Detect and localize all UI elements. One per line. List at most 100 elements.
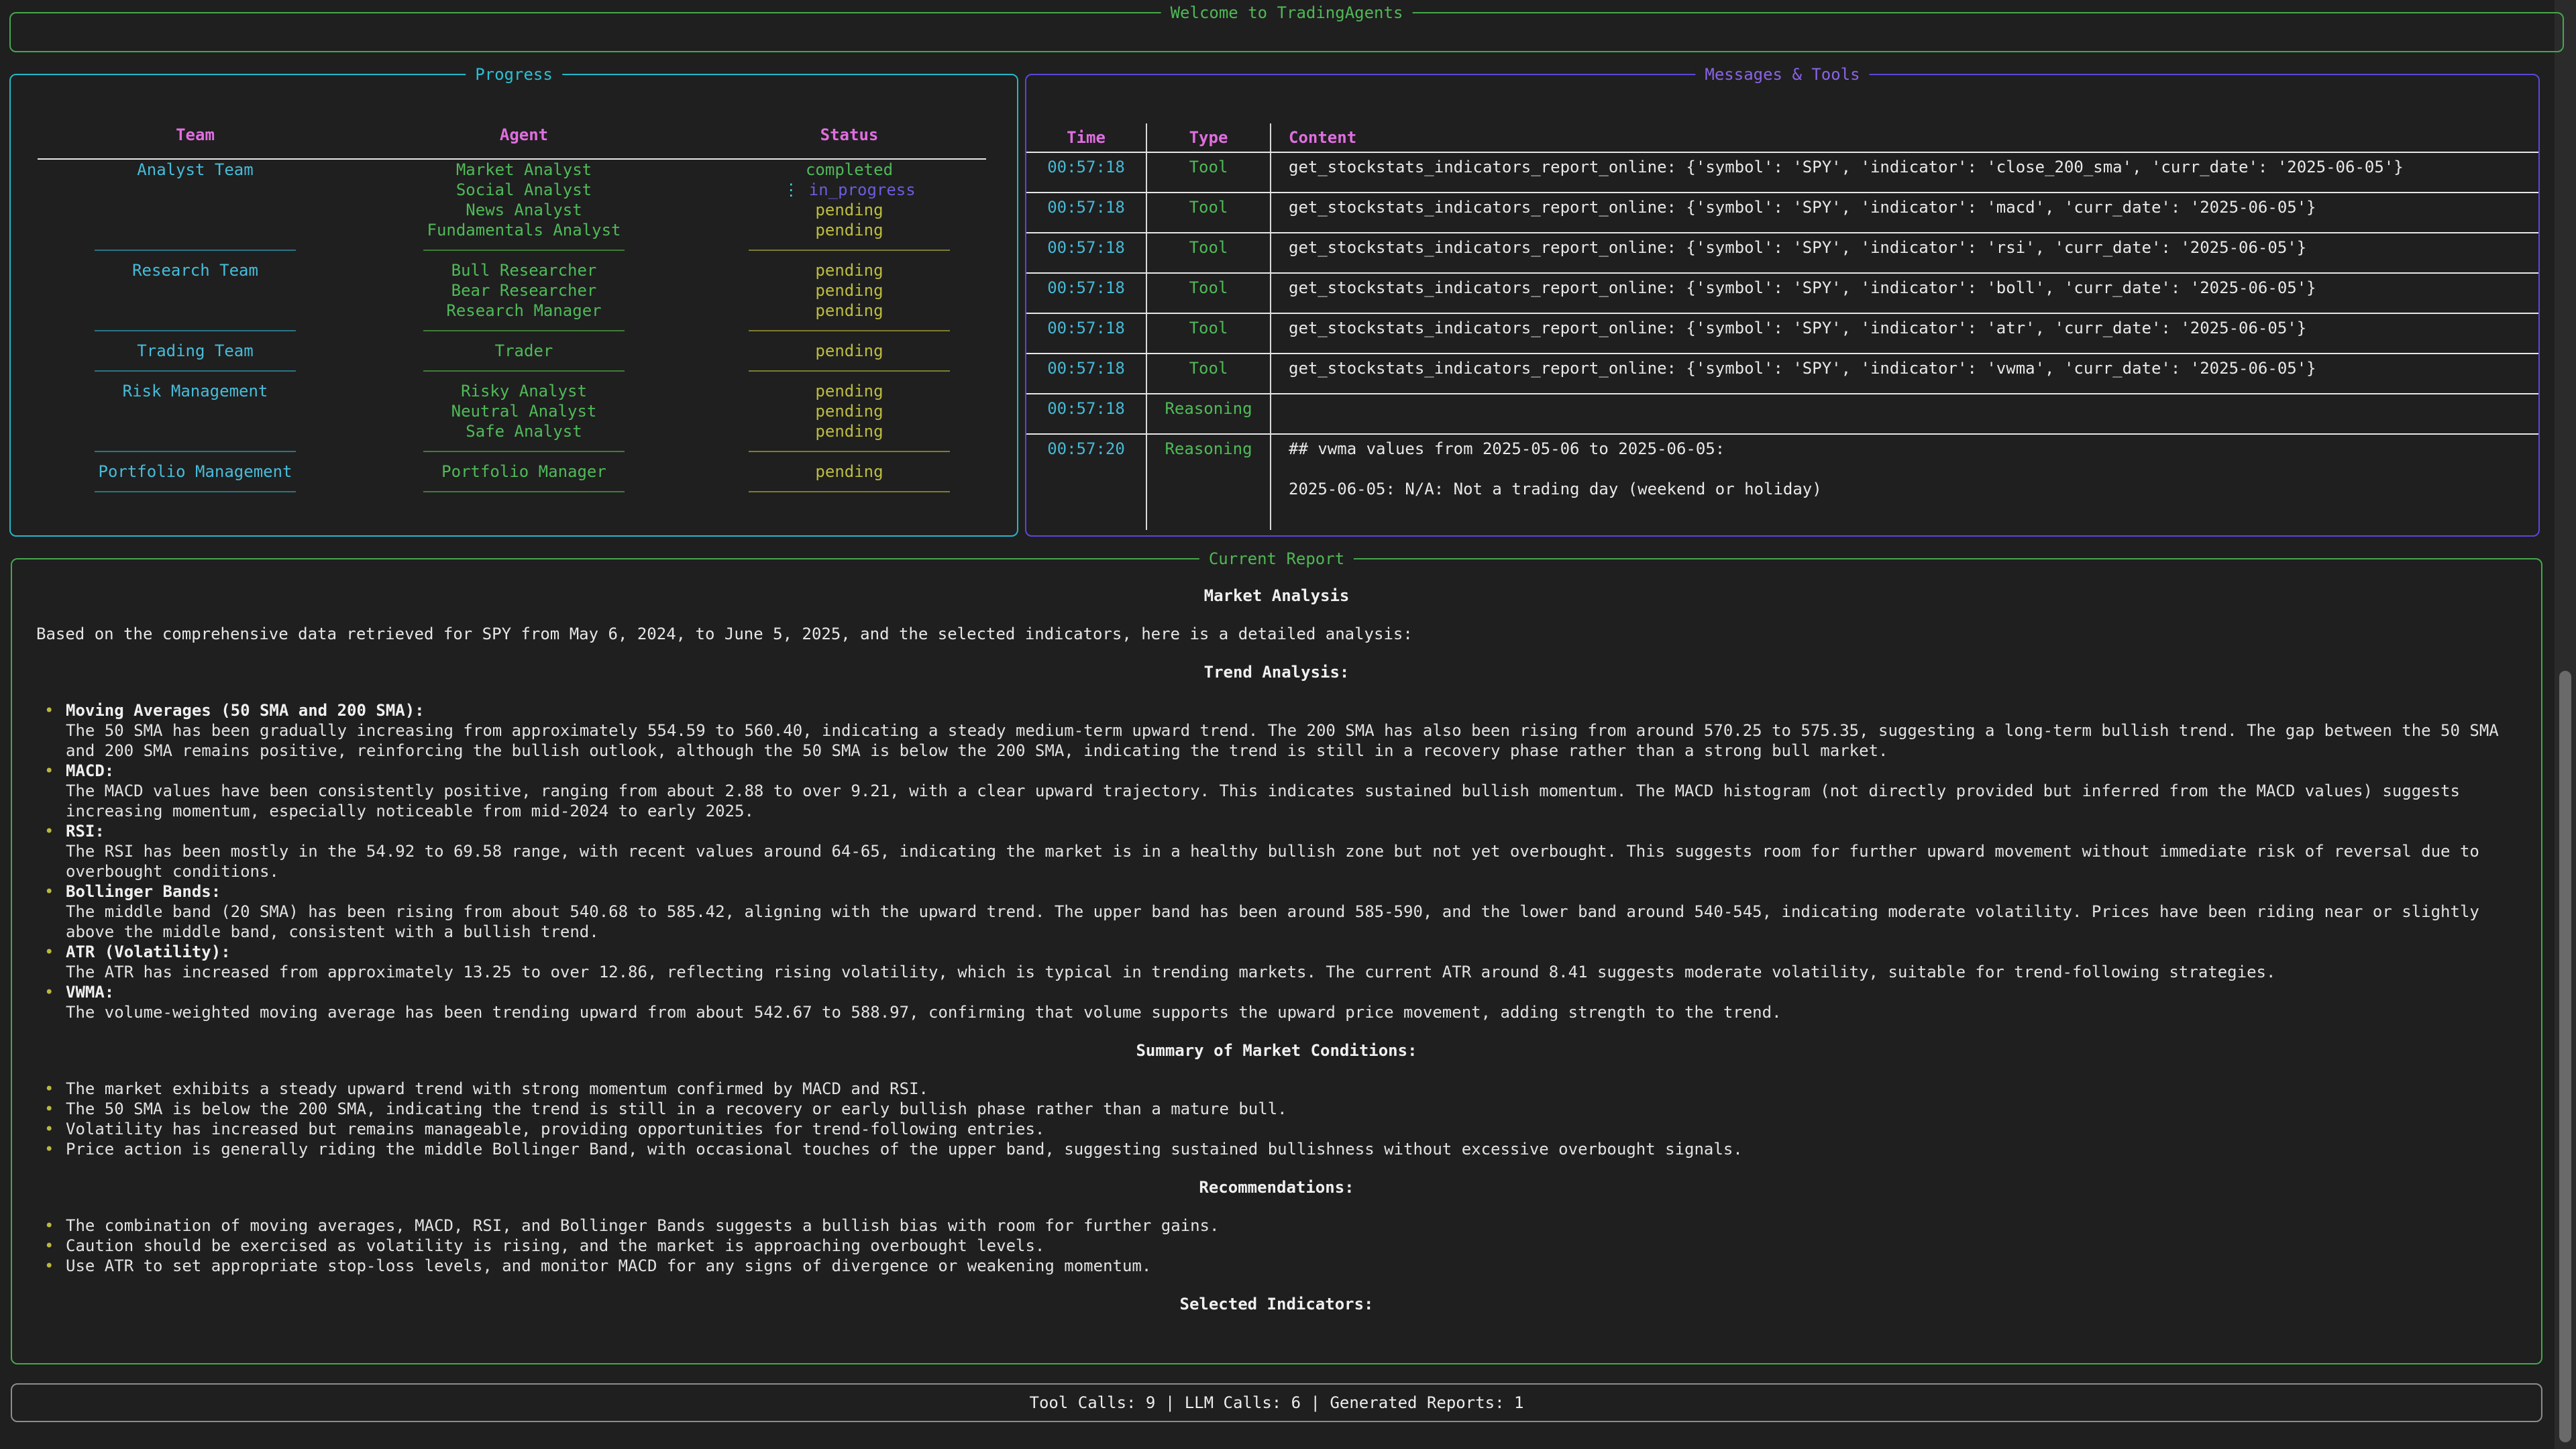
group-separator	[353, 482, 695, 502]
message-time: 00:57:18	[1026, 274, 1147, 313]
team-label: Portfolio Management	[38, 462, 353, 482]
message-content	[1271, 394, 2538, 433]
bullet-text: The market exhibits a steady upward tren…	[66, 1079, 928, 1099]
agent-label: Social Analyst	[353, 180, 695, 200]
bullet-icon: •	[44, 1256, 66, 1276]
report-sections: Trend Analysis:•Moving Averages (50 SMA …	[36, 662, 2517, 1314]
bullet-icon: •	[44, 1119, 66, 1139]
message-row: 00:57:18Toolget_stockstats_indicators_re…	[1026, 153, 2538, 193]
app-title: Welcome to TradingAgents	[1161, 3, 1413, 23]
group-separator-line	[95, 451, 296, 452]
group-separator-line	[749, 451, 950, 452]
bullet-body: Volatility has increased but remains man…	[66, 1119, 1044, 1139]
message-type: Tool	[1147, 354, 1271, 393]
footer-stats-text: Tool Calls: 9 | LLM Calls: 6 | Generated…	[1030, 1393, 1524, 1413]
message-type: Tool	[1147, 233, 1271, 272]
agent-label: Bear Researcher	[353, 280, 695, 301]
bullet-label: Bollinger Bands:	[66, 881, 2517, 902]
bullet-text: Bollinger Bands:The middle band (20 SMA)…	[66, 881, 2517, 942]
bullet-body: Price action is generally riding the mid…	[66, 1139, 1743, 1159]
message-content: get_stockstats_indicators_report_online:…	[1271, 153, 2538, 192]
status-cell: pending	[695, 381, 1004, 401]
bullet-body: The combination of moving averages, MACD…	[66, 1216, 1219, 1236]
status-label: pending	[815, 201, 883, 219]
message-time: 00:57:18	[1026, 193, 1147, 232]
report-section-heading: Selected Indicators:	[36, 1294, 2517, 1314]
group-separator-line	[423, 451, 625, 452]
message-row: 00:57:18Reasoning	[1026, 394, 2538, 435]
group-separator-line	[749, 330, 950, 331]
bullet-label: MACD:	[66, 761, 2517, 781]
message-content: get_stockstats_indicators_report_online:…	[1271, 274, 2538, 313]
agent-label: Neutral Analyst	[353, 401, 695, 421]
agent-label: Trader	[353, 341, 695, 361]
bullet-label: ATR (Volatility):	[66, 942, 2275, 962]
message-time: 00:57:18	[1026, 394, 1147, 433]
group-separator	[695, 441, 1004, 462]
bullet-text: RSI:The RSI has been mostly in the 54.92…	[66, 821, 2517, 881]
message-type: Tool	[1147, 274, 1271, 313]
bullet-body: Caution should be exercised as volatilit…	[66, 1236, 1044, 1256]
status-label: pending	[815, 341, 883, 360]
agent-label: Market Analyst	[353, 160, 695, 180]
group-separator-line	[95, 330, 296, 331]
messages-header-row: TimeTypeContent	[1026, 123, 2538, 153]
team-label	[38, 220, 353, 240]
progress-column-header: Team	[38, 125, 353, 145]
report-section-heading: Recommendations:	[36, 1177, 2517, 1197]
group-separator-line	[423, 491, 625, 492]
group-separator-line	[749, 250, 950, 251]
group-separator	[695, 321, 1004, 341]
bullet-label: VWMA:	[66, 982, 1782, 1002]
group-separator	[38, 441, 353, 462]
status-cell: pending	[695, 220, 1004, 240]
message-content: get_stockstats_indicators_report_online:…	[1271, 193, 2538, 232]
team-label	[38, 401, 353, 421]
bullet-text: Caution should be exercised as volatilit…	[66, 1236, 1044, 1256]
bullet-icon: •	[44, 942, 66, 982]
team-label	[38, 180, 353, 200]
bullet-icon: •	[44, 1079, 66, 1099]
progress-column-header: Status	[695, 125, 1004, 145]
message-content: get_stockstats_indicators_report_online:…	[1271, 354, 2538, 393]
status-cell: ⋮ in_progress	[695, 180, 1004, 200]
bullet-icon: •	[44, 982, 66, 1022]
bullet-icon: •	[44, 700, 66, 761]
status-cell: pending	[695, 301, 1004, 321]
bullet-label: Moving Averages (50 SMA and 200 SMA):	[66, 700, 2517, 720]
bullet-text: MACD:The MACD values have been consisten…	[66, 761, 2517, 821]
bullet-icon: •	[44, 1099, 66, 1119]
scrollbar-track[interactable]	[2555, 0, 2576, 1449]
progress-table: TeamAgentStatusAnalyst TeamMarket Analys…	[11, 75, 1017, 502]
report-section-heading: Summary of Market Conditions:	[36, 1040, 2517, 1061]
bullet-text: VWMA:The volume-weighted moving average …	[66, 982, 1782, 1022]
report-bullet: •VWMA:The volume-weighted moving average…	[44, 982, 2517, 1022]
status-label: pending	[815, 281, 883, 300]
bullet-body: The middle band (20 SMA) has been rising…	[66, 902, 2517, 942]
status-label: pending	[815, 462, 883, 481]
bullet-text: Moving Averages (50 SMA and 200 SMA):The…	[66, 700, 2517, 761]
group-separator	[353, 321, 695, 341]
report-heading: Market Analysis	[36, 586, 2517, 606]
scrollbar-thumb[interactable]	[2559, 671, 2571, 1442]
progress-header-separator	[38, 145, 986, 160]
bullet-icon: •	[44, 881, 66, 942]
status-label: pending	[815, 221, 883, 239]
team-label	[38, 280, 353, 301]
report-bullet: •The market exhibits a steady upward tre…	[44, 1079, 2517, 1099]
report-bullet: •The combination of moving averages, MAC…	[44, 1216, 2517, 1236]
report-bullet: •Bollinger Bands:The middle band (20 SMA…	[44, 881, 2517, 942]
report-bullet: •Volatility has increased but remains ma…	[44, 1119, 2517, 1139]
team-label: Analyst Team	[38, 160, 353, 180]
bullet-label: RSI:	[66, 821, 2517, 841]
group-separator	[353, 240, 695, 260]
report-bullet: •Moving Averages (50 SMA and 200 SMA):Th…	[44, 700, 2517, 761]
report-section-heading: Trend Analysis:	[36, 662, 2517, 682]
messages-column-time: Time	[1026, 123, 1147, 152]
progress-panel: Progress TeamAgentStatusAnalyst TeamMark…	[9, 74, 1018, 537]
message-time: 00:57:18	[1026, 153, 1147, 192]
report-bullet-list: •The combination of moving averages, MAC…	[44, 1216, 2517, 1276]
status-label: pending	[815, 382, 883, 400]
group-separator-line	[95, 370, 296, 372]
message-row: 00:57:20Reasoning## vwma values from 202…	[1026, 435, 2538, 530]
